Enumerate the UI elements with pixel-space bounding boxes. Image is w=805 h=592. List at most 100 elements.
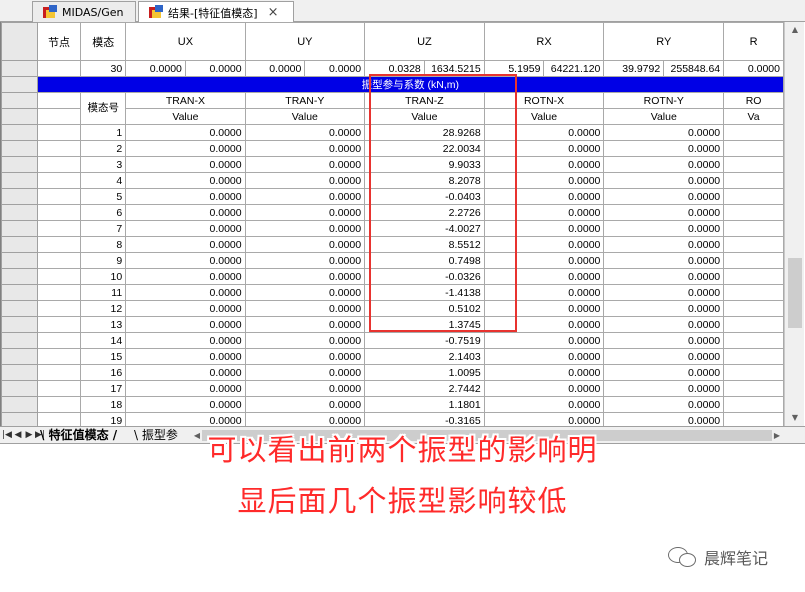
row-header[interactable] <box>1 108 38 125</box>
cell-tran-y[interactable]: 0.0000 <box>244 364 366 381</box>
cell-tran-y[interactable]: 0.0000 <box>244 172 366 189</box>
cell[interactable] <box>36 140 82 157</box>
cell-tran-z[interactable]: -0.3165 <box>364 412 485 426</box>
cell[interactable] <box>36 268 82 285</box>
row-header[interactable] <box>1 220 38 237</box>
cell-mode[interactable]: 13 <box>80 316 127 333</box>
cell-rotn-y[interactable]: 0.0000 <box>603 220 725 237</box>
cell-tran-x[interactable]: 0.0000 <box>125 204 246 221</box>
cell-tran-z[interactable]: 2.7442 <box>364 380 485 397</box>
cell-tran-y[interactable]: 0.0000 <box>244 284 366 301</box>
cell[interactable] <box>36 364 82 381</box>
cell-value[interactable]: 0.0000 <box>125 60 186 77</box>
cell[interactable] <box>723 268 784 285</box>
cell[interactable] <box>36 316 82 333</box>
cell-tran-y[interactable]: 0.0000 <box>244 236 366 253</box>
cell-value[interactable]: 0.0000 <box>184 60 246 77</box>
cell[interactable] <box>36 172 82 189</box>
col-header-ry[interactable]: RY <box>603 22 725 61</box>
cell-tran-y[interactable]: 0.0000 <box>244 204 366 221</box>
row-header[interactable] <box>1 300 38 317</box>
cell-rotn-y[interactable]: 0.0000 <box>603 332 725 349</box>
cell-tran-x[interactable]: 0.0000 <box>125 252 246 269</box>
cell[interactable] <box>723 412 784 426</box>
cell[interactable] <box>36 188 82 205</box>
cell-rotn-y[interactable]: 0.0000 <box>603 316 725 333</box>
cell-tran-z[interactable]: -0.7519 <box>364 332 485 349</box>
cell-tran-y[interactable]: 0.0000 <box>244 188 366 205</box>
cell-mode[interactable]: 3 <box>80 156 127 173</box>
cell-rotn-y[interactable]: 0.0000 <box>603 236 725 253</box>
cell-mode[interactable]: 9 <box>80 252 127 269</box>
col-header-node[interactable]: 节点 <box>36 22 82 61</box>
cell-tran-z[interactable]: 1.1801 <box>364 396 485 413</box>
cell-tran-x[interactable]: 0.0000 <box>125 284 246 301</box>
cell-mode[interactable]: 19 <box>80 412 127 426</box>
cell-tran-x[interactable]: 0.0000 <box>125 380 246 397</box>
cell-tran-x[interactable]: 0.0000 <box>125 220 246 237</box>
row-header[interactable] <box>1 204 38 221</box>
cell[interactable] <box>723 140 784 157</box>
cell[interactable] <box>36 348 82 365</box>
cell-rotn-x[interactable]: 0.0000 <box>483 380 605 397</box>
row-header[interactable] <box>1 124 38 141</box>
row-header[interactable] <box>1 252 38 269</box>
cell-tran-y[interactable]: 0.0000 <box>244 140 366 157</box>
row-header[interactable] <box>1 156 38 173</box>
row-header[interactable] <box>1 284 38 301</box>
cell[interactable] <box>723 156 784 173</box>
cell[interactable] <box>36 380 82 397</box>
cell[interactable] <box>36 300 82 317</box>
cell-value[interactable]: 39.9792 <box>603 60 665 77</box>
cell-tran-y[interactable]: 0.0000 <box>244 156 366 173</box>
cell-tran-x[interactable]: 0.0000 <box>125 188 246 205</box>
cell-tran-y[interactable]: 0.0000 <box>244 380 366 397</box>
cell[interactable] <box>723 332 784 349</box>
cell-tran-z[interactable]: 1.0095 <box>364 364 485 381</box>
vertical-scrollbar[interactable]: ▲ ▼ <box>784 22 804 426</box>
cell-tran-y[interactable]: 0.0000 <box>244 332 366 349</box>
row-header[interactable] <box>1 316 38 333</box>
cell-tran-y[interactable]: 0.0000 <box>244 412 366 426</box>
cell[interactable] <box>723 220 784 237</box>
cell[interactable] <box>723 364 784 381</box>
cell-tran-x[interactable]: 0.0000 <box>125 396 246 413</box>
cell-value[interactable]: 0.0000 <box>244 60 306 77</box>
cell-tran-x[interactable]: 0.0000 <box>125 268 246 285</box>
col-header-ux[interactable]: UX <box>125 22 246 61</box>
cell-mode[interactable]: 4 <box>80 172 127 189</box>
cell[interactable] <box>723 300 784 317</box>
cell[interactable] <box>36 284 82 301</box>
cell-rotn-y[interactable]: 0.0000 <box>603 284 725 301</box>
cell[interactable] <box>723 188 784 205</box>
cell[interactable] <box>723 236 784 253</box>
cell-rotn-y[interactable]: 0.0000 <box>603 300 725 317</box>
cell[interactable] <box>36 396 82 413</box>
cell-rotn-y[interactable]: 0.0000 <box>603 172 725 189</box>
row-header[interactable] <box>1 76 38 93</box>
cell-mode[interactable]: 1 <box>80 124 127 141</box>
cell-tran-y[interactable]: 0.0000 <box>244 124 366 141</box>
tab-eigenvalue-results[interactable]: 结果-[特征值模态] × <box>138 1 294 23</box>
row-header[interactable] <box>1 412 38 426</box>
close-icon[interactable]: × <box>268 5 279 20</box>
cell-tran-y[interactable]: 0.0000 <box>244 396 366 413</box>
cell-rotn-x[interactable]: 0.0000 <box>483 332 605 349</box>
cell-mode[interactable]: 6 <box>80 204 127 221</box>
cell-rotn-y[interactable]: 0.0000 <box>603 364 725 381</box>
cell-tran-x[interactable]: 0.0000 <box>125 124 246 141</box>
col-header-uy[interactable]: UY <box>244 22 366 61</box>
cell-rotn-y[interactable]: 0.0000 <box>603 188 725 205</box>
cell[interactable] <box>723 396 784 413</box>
tab-midas-gen[interactable]: MIDAS/Gen <box>32 1 136 22</box>
cell-mode[interactable]: 16 <box>80 364 127 381</box>
cell-tran-y[interactable]: 0.0000 <box>244 268 366 285</box>
cell-tran-x[interactable]: 0.0000 <box>125 412 246 426</box>
cell-tran-x[interactable]: 0.0000 <box>125 156 246 173</box>
cell[interactable] <box>36 412 82 426</box>
cell-value[interactable]: 0.0000 <box>304 60 366 77</box>
col-header-uz[interactable]: UZ <box>364 22 485 61</box>
row-header[interactable] <box>1 60 38 77</box>
col-header-mode[interactable]: 模态 <box>80 22 127 61</box>
cell[interactable] <box>36 252 82 269</box>
